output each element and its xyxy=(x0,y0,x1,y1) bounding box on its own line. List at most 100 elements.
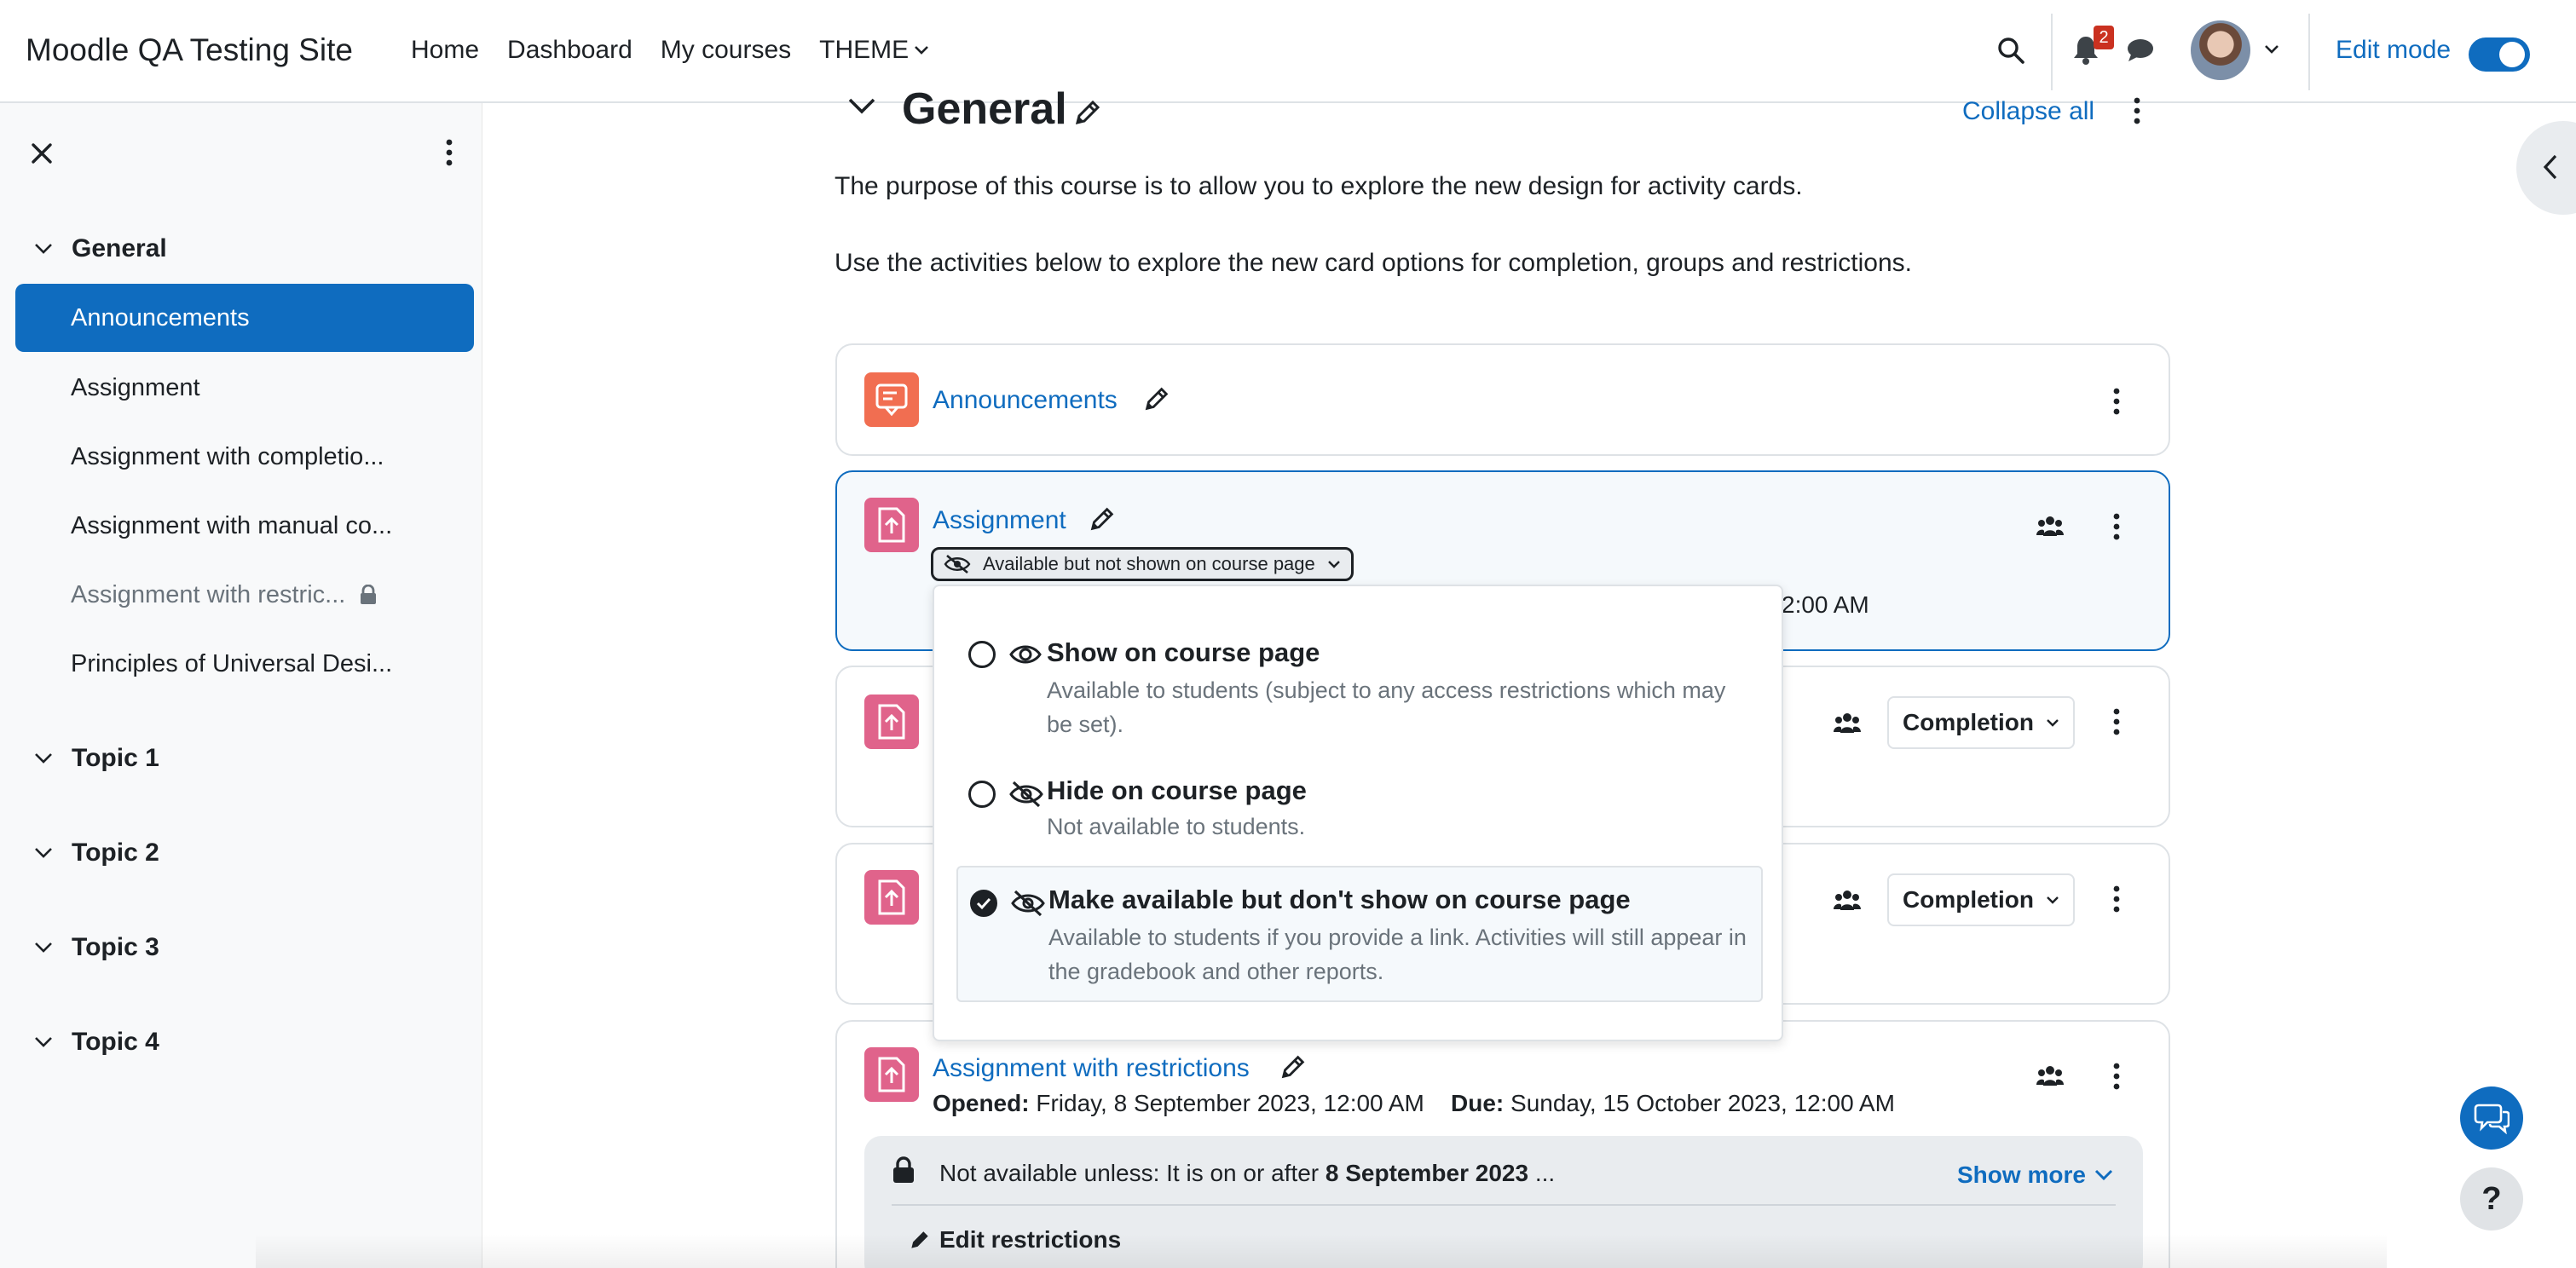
restriction-prefix: Not available unless: It is on or after xyxy=(939,1160,1320,1186)
opened-value: Friday, 8 September 2023, 12:00 AM xyxy=(1036,1090,1424,1116)
activity-link-assignment-restricted[interactable]: Assignment with restrictions xyxy=(933,1054,1250,1083)
divider xyxy=(892,1204,2116,1206)
groups-icon xyxy=(2036,515,2065,537)
due-value: Sunday, 15 October 2023, 12:00 AM xyxy=(1510,1090,1895,1116)
activity-link-announcements[interactable]: Announcements xyxy=(933,386,1118,415)
chevron-down-icon[interactable] xyxy=(847,97,876,116)
open-block-drawer-button[interactable] xyxy=(2516,121,2576,215)
drawer-section-label: Topic 1 xyxy=(72,744,159,772)
drawer-item-label: Announcements xyxy=(71,304,250,331)
course-index-drawer: General Announcements Assignment Assignm… xyxy=(0,103,482,1268)
chat-bubble-icon[interactable] xyxy=(2126,37,2155,63)
nav-home[interactable]: Home xyxy=(411,36,479,65)
drawer-section-label: General xyxy=(72,234,167,262)
nav-theme-menu[interactable]: THEME xyxy=(819,36,929,65)
drawer-section-topic-2[interactable]: Topic 2 xyxy=(34,839,159,867)
site-brand[interactable]: Moodle QA Testing Site xyxy=(26,32,353,68)
drawer-section-topic-3[interactable]: Topic 3 xyxy=(34,933,159,962)
visibility-badge-label: Available but not shown on course page xyxy=(983,553,1315,574)
visibility-option-stealth[interactable]: Make available but don't show on course … xyxy=(956,866,1763,1002)
eye-slash-icon xyxy=(1009,781,1043,808)
option-title: Show on course page xyxy=(1047,637,1320,667)
due-label: Due: xyxy=(1451,1090,1505,1116)
drawer-section-label: Topic 3 xyxy=(72,933,159,961)
show-more-label: Show more xyxy=(1957,1161,2086,1188)
pencil-icon[interactable] xyxy=(1088,504,1117,533)
drawer-item-assignment[interactable]: Assignment xyxy=(15,354,474,422)
drawer-section-general[interactable]: General xyxy=(34,234,167,263)
visibility-badge-button[interactable]: Available but not shown on course page xyxy=(931,547,1354,581)
restriction-suffix: ... xyxy=(1534,1160,1556,1186)
section-title: General xyxy=(902,84,1067,134)
show-more-link[interactable]: Show more xyxy=(1957,1161,2113,1189)
footer-shadow xyxy=(256,1234,2387,1268)
drawer-item-assignment-manual[interactable]: Assignment with manual co... xyxy=(15,492,474,560)
restriction-text: Not available unless: It is on or after … xyxy=(939,1160,1555,1187)
visibility-option-show[interactable]: Show on course page Available to student… xyxy=(956,629,1763,740)
close-icon[interactable] xyxy=(31,142,53,164)
kebab-menu-icon[interactable] xyxy=(2133,97,2141,124)
pencil-icon[interactable] xyxy=(1072,97,1103,128)
messaging-drawer-button[interactable] xyxy=(2460,1086,2523,1150)
activity-date-fragment: 2:00 AM xyxy=(1782,591,1869,618)
kebab-menu-icon[interactable] xyxy=(2112,885,2121,913)
drawer-section-label: Topic 4 xyxy=(72,1028,159,1056)
visibility-option-hide[interactable]: Hide on course page Not available to stu… xyxy=(956,770,1763,856)
drawer-item-assignment-restricted[interactable]: Assignment with restric... xyxy=(15,561,474,629)
option-description: Available to students if you provide a l… xyxy=(1048,925,1747,984)
nav-dashboard[interactable]: Dashboard xyxy=(507,36,632,65)
activity-card-announcements: Announcements xyxy=(835,343,2170,456)
drawer-item-label: Principles of Universal Desi... xyxy=(71,650,393,677)
opened-label: Opened: xyxy=(933,1090,1030,1116)
drawer-item-principles-udl[interactable]: Principles of Universal Desi... xyxy=(15,630,474,698)
checkmark-icon xyxy=(976,897,991,910)
groups-icon xyxy=(1833,889,1862,911)
avatar[interactable] xyxy=(2191,20,2250,80)
drawer-section-topic-1[interactable]: Topic 1 xyxy=(34,744,159,773)
chevron-down-icon xyxy=(34,1036,53,1048)
chevron-down-icon xyxy=(34,752,53,764)
search-icon[interactable] xyxy=(1996,36,2025,65)
eye-slash-icon xyxy=(1011,890,1045,917)
forum-icon xyxy=(864,372,919,427)
pencil-icon[interactable] xyxy=(1279,1052,1308,1081)
eye-slash-icon xyxy=(944,554,971,574)
completion-dropdown-button[interactable]: Completion xyxy=(1887,696,2075,749)
kebab-menu-icon[interactable] xyxy=(2112,708,2121,735)
radio-button[interactable] xyxy=(968,641,996,668)
activity-dates: Opened: Friday, 8 September 2023, 12:00 … xyxy=(933,1090,1895,1117)
kebab-menu-icon[interactable] xyxy=(2112,513,2121,540)
lock-icon xyxy=(359,585,378,605)
chevron-down-icon xyxy=(34,243,53,255)
drawer-item-label: Assignment with restric... xyxy=(71,581,346,608)
chevron-left-icon xyxy=(2543,154,2557,180)
collapse-all-link[interactable]: Collapse all xyxy=(1962,97,2094,126)
kebab-menu-icon[interactable] xyxy=(2112,1063,2121,1090)
pencil-icon[interactable] xyxy=(1142,384,1171,413)
radio-button[interactable] xyxy=(968,781,996,808)
checkmark-radio-button[interactable] xyxy=(970,890,997,917)
drawer-item-label: Assignment with manual co... xyxy=(71,512,393,539)
restriction-date: 8 September 2023 xyxy=(1325,1160,1529,1186)
navbar-divider xyxy=(2308,14,2310,90)
help-button[interactable]: ? xyxy=(2460,1167,2523,1231)
navbar-divider xyxy=(2051,14,2053,90)
edit-mode-toggle[interactable] xyxy=(2469,37,2530,72)
visibility-dropdown-menu: Show on course page Available to student… xyxy=(933,585,1783,1041)
edit-mode-label[interactable]: Edit mode xyxy=(2336,36,2451,65)
completion-dropdown-button[interactable]: Completion xyxy=(1887,873,2075,926)
drawer-item-assignment-completion[interactable]: Assignment with completio... xyxy=(15,423,474,491)
drawer-section-topic-4[interactable]: Topic 4 xyxy=(34,1028,159,1057)
activity-link-assignment[interactable]: Assignment xyxy=(933,506,1066,535)
groups-icon xyxy=(1833,712,1862,734)
nav-my-courses[interactable]: My courses xyxy=(661,36,791,65)
chevron-down-icon[interactable] xyxy=(2264,44,2279,55)
assignment-icon xyxy=(864,695,919,749)
drawer-item-label: Assignment xyxy=(71,374,200,401)
section-summary-line: The purpose of this course is to allow y… xyxy=(835,172,1803,200)
assignment-icon xyxy=(864,1047,919,1102)
kebab-menu-icon[interactable] xyxy=(2112,388,2121,415)
kebab-menu-icon[interactable] xyxy=(445,139,453,166)
assignment-icon xyxy=(864,498,919,552)
drawer-item-announcements[interactable]: Announcements xyxy=(15,284,474,352)
